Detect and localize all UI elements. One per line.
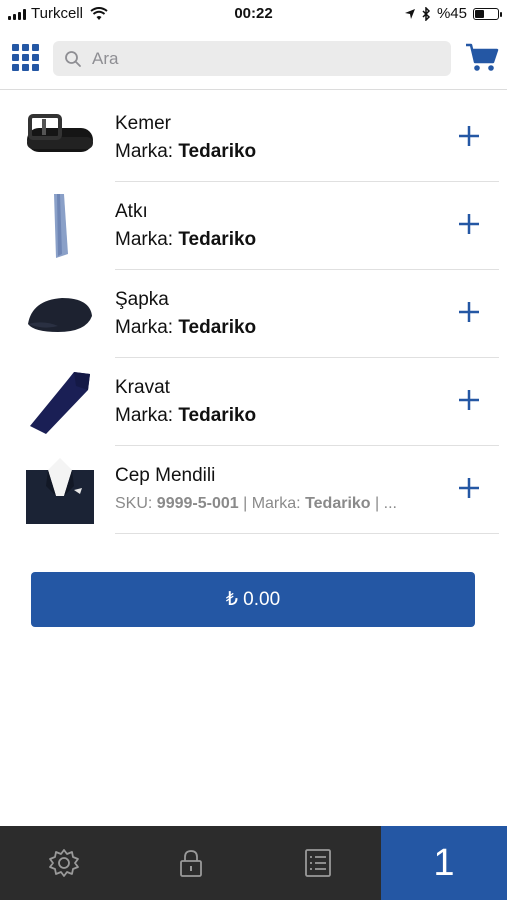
list-item[interactable]: Atkı Marka: Tedariko (0, 182, 507, 270)
list-item[interactable]: Kemer Marka: Tedariko (0, 94, 507, 182)
product-name: Cep Mendili (115, 465, 216, 486)
total-button[interactable]: ₺ 0.00 (31, 572, 475, 627)
product-name: Şapka (115, 289, 169, 310)
product-meta: SKU: 9999-5-001 | Marka: Tedariko | ... (115, 495, 397, 512)
product-name: Atkı (115, 201, 148, 222)
gear-icon (48, 849, 79, 877)
search-icon (65, 50, 81, 67)
add-icon[interactable] (457, 300, 481, 324)
battery-icon (473, 7, 502, 20)
status-bar: Turkcell 00:22 %45 (0, 0, 507, 28)
location-arrow-icon (404, 8, 415, 19)
tab-bar: 1 (0, 826, 507, 900)
search-input[interactable] (90, 47, 424, 70)
product-brand: Marka: Tedariko (115, 229, 257, 250)
cap-image (28, 298, 92, 332)
tab-list[interactable] (270, 826, 365, 900)
list-item[interactable]: Cep Mendili SKU: 9999-5-001 | Marka: Ted… (0, 446, 507, 534)
product-brand: Marka: Tedariko (115, 141, 257, 162)
battery-percent: %45 (436, 5, 467, 22)
product-name: Kemer (115, 113, 171, 134)
add-icon[interactable] (457, 124, 481, 148)
product-name: Kravat (115, 377, 170, 398)
suit-image (26, 458, 94, 524)
add-icon[interactable] (457, 212, 481, 236)
add-icon[interactable] (457, 476, 481, 500)
list-item[interactable]: Şapka Marka: Tedariko (0, 270, 507, 358)
grid-menu-button[interactable] (12, 44, 39, 71)
product-brand: Marka: Tedariko (115, 405, 257, 426)
list-item[interactable]: Kravat Marka: Tedariko (0, 358, 507, 446)
divider (115, 533, 499, 534)
top-bar (0, 28, 507, 90)
scarf-image (54, 194, 68, 258)
tie-image (30, 372, 90, 434)
product-brand: Marka: Tedariko (115, 317, 257, 338)
bluetooth-icon (422, 6, 431, 21)
cart-count-tab[interactable]: 1 (381, 826, 507, 900)
belt-image (27, 114, 93, 152)
search-bar[interactable] (53, 41, 451, 76)
list-icon (304, 849, 331, 877)
tab-settings[interactable] (16, 826, 111, 900)
product-list: Kemer Marka: Tedariko Atkı Marka: Tedari… (0, 94, 507, 534)
cart-icon[interactable] (465, 42, 499, 74)
add-icon[interactable] (457, 388, 481, 412)
lock-icon (179, 850, 202, 877)
tab-lock[interactable] (143, 826, 238, 900)
